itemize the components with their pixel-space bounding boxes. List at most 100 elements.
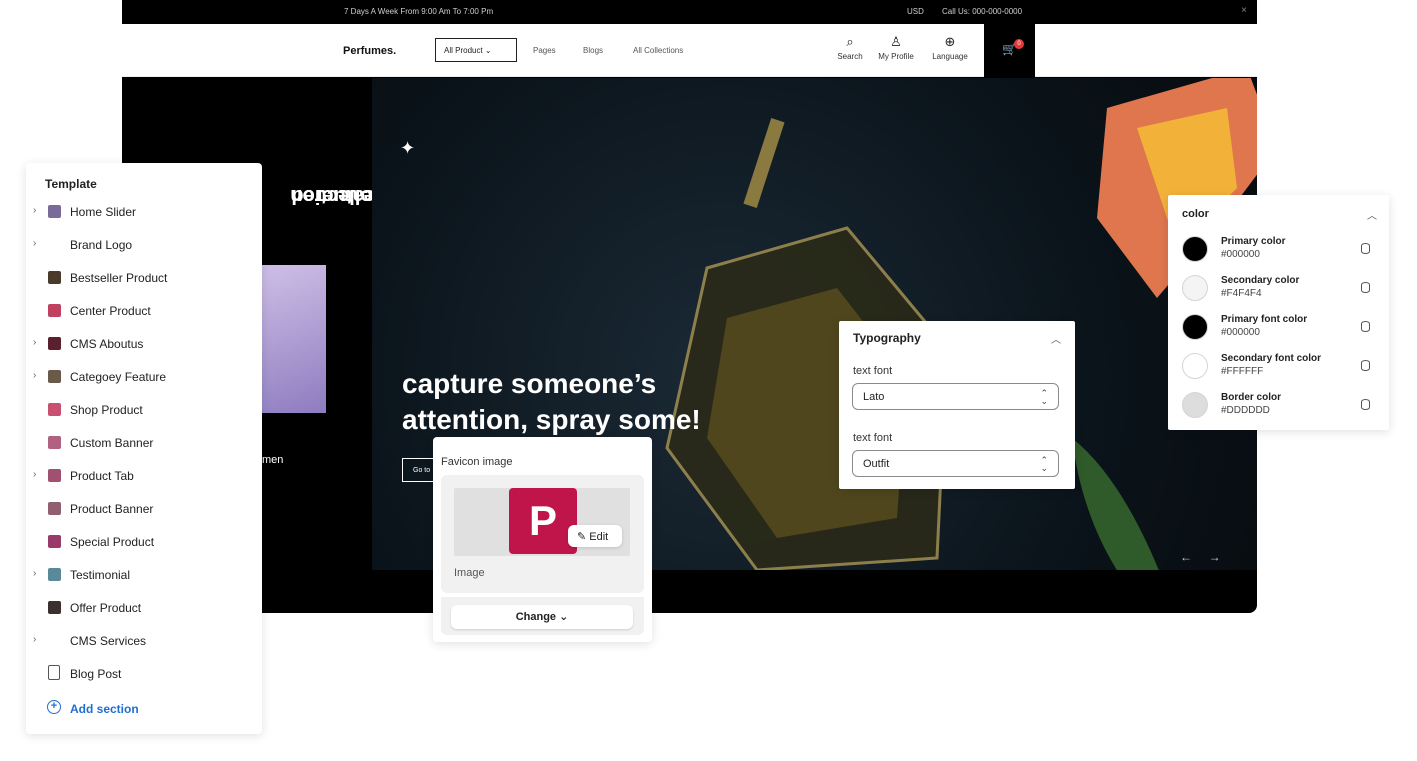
database-icon[interactable] [1361, 321, 1370, 332]
typography-title: Typography [853, 331, 921, 345]
store-preview: 7 Days A Week From 9:00 Am To 7:00 Pm US… [122, 0, 1257, 613]
perfume-box-image [262, 265, 326, 413]
database-icon[interactable] [1361, 282, 1370, 293]
database-icon[interactable] [1361, 399, 1370, 410]
color-hex: #FFFFFF [1221, 366, 1264, 377]
template-item-label: Shop Product [70, 403, 143, 417]
select-arrows-icon: ⌃ ⌄ [1040, 388, 1048, 406]
template-item[interactable]: Blog Post [26, 657, 262, 690]
template-item[interactable]: › CMS Services [26, 624, 262, 657]
color-hex: #000000 [1221, 327, 1260, 338]
next-arrow-icon[interactable]: → [1209, 550, 1221, 564]
template-item[interactable]: Center Product [26, 294, 262, 327]
color-hex: #F4F4F4 [1221, 288, 1262, 299]
template-item[interactable]: › Testimonial [26, 558, 262, 591]
font-select-2-value: Outfit [863, 458, 890, 470]
typography-panel: Typography ︿ text font Lato ⌃ ⌄ text font… [839, 321, 1075, 489]
hero-headline: capture someone’s attention, spray some! [402, 366, 701, 438]
nav-link-collections[interactable]: All Collections [633, 46, 683, 55]
section-thumbnail [48, 568, 61, 581]
chevron-right-icon[interactable]: › [33, 370, 36, 381]
color-hex: #DDDDDD [1221, 405, 1270, 416]
chevron-up-icon[interactable]: ︿ [1051, 331, 1061, 346]
template-item[interactable]: Product Banner [26, 492, 262, 525]
template-item[interactable]: › Categoey Feature [26, 360, 262, 393]
template-item[interactable]: › CMS Aboutus [26, 327, 262, 360]
template-item[interactable]: Offer Product [26, 591, 262, 624]
all-product-label: All Product [444, 46, 483, 55]
favicon-footer: Change ⌄ [441, 597, 644, 635]
section-thumbnail [48, 436, 61, 449]
database-icon[interactable] [1361, 360, 1370, 371]
color-swatch[interactable] [1182, 314, 1208, 340]
template-item-label: Home Slider [70, 205, 137, 219]
color-panel: color ︿ Primary color #000000 Secondary co… [1168, 195, 1389, 430]
chevron-right-icon[interactable]: › [33, 568, 36, 579]
color-title: color [1182, 208, 1209, 220]
color-row[interactable]: Primary font color #000000 [1168, 310, 1389, 349]
favicon-letter-logo: P [509, 488, 577, 554]
color-swatch[interactable] [1182, 236, 1208, 262]
color-row[interactable]: Secondary font color #FFFFFF [1168, 349, 1389, 388]
cart-count: 0 [1014, 39, 1024, 49]
template-item[interactable]: › Product Tab [26, 459, 262, 492]
template-item[interactable]: › Home Slider [26, 195, 262, 228]
color-name: Primary font color [1221, 314, 1308, 325]
edit-favicon-button[interactable]: ✎ Edit [568, 525, 622, 547]
color-name: Secondary font color [1221, 353, 1322, 364]
chevron-right-icon[interactable]: › [33, 238, 36, 249]
favicon-preview: P ✎ Edit [454, 488, 630, 556]
plus-circle-icon: + [47, 700, 61, 714]
select-arrows-icon: ⌃ ⌄ [1040, 455, 1048, 473]
chevron-right-icon[interactable]: › [33, 205, 36, 216]
chevron-right-icon[interactable]: › [33, 469, 36, 480]
search-label: Search [837, 52, 863, 61]
color-row[interactable]: Border color #DDDDDD [1168, 388, 1389, 427]
profile-button[interactable]: ♙ My Profile [876, 34, 916, 61]
template-item[interactable]: Special Product [26, 525, 262, 558]
template-item[interactable]: › Brand Logo [26, 228, 262, 261]
section-thumbnail [48, 403, 61, 416]
prev-arrow-icon[interactable]: ← [1180, 550, 1192, 564]
change-label: Change [515, 611, 557, 623]
currency-selector[interactable]: USD [907, 7, 924, 16]
section-thumbnail [48, 271, 61, 284]
color-swatch[interactable] [1182, 275, 1208, 301]
announcement-bar: 7 Days A Week From 9:00 Am To 7:00 Pm US… [122, 0, 1257, 24]
language-button[interactable]: ⊕ Language [930, 34, 970, 61]
template-item[interactable]: Shop Product [26, 393, 262, 426]
nav-link-blogs[interactable]: Blogs [583, 46, 603, 55]
promo-text: 7 Days A Week From 9:00 Am To 7:00 Pm [344, 7, 494, 16]
search-button[interactable]: ⌕ Search [830, 34, 870, 61]
chevron-up-icon[interactable]: ︿ [1367, 207, 1377, 222]
store-logo[interactable]: Perfumes. [343, 45, 396, 57]
nav-link-pages[interactable]: Pages [533, 46, 556, 55]
database-icon[interactable] [1361, 243, 1370, 254]
template-item[interactable]: Custom Banner [26, 426, 262, 459]
font-label-1: text font [853, 365, 893, 377]
section-thumbnail [48, 535, 61, 548]
chevron-right-icon[interactable]: › [33, 634, 36, 645]
color-swatch[interactable] [1182, 392, 1208, 418]
template-item-label: Center Product [70, 304, 151, 318]
template-item[interactable]: Bestseller Product [26, 261, 262, 294]
color-name: Secondary color [1221, 275, 1300, 286]
document-icon [48, 665, 60, 680]
color-row[interactable]: Primary color #000000 [1168, 232, 1389, 271]
image-label: Image [454, 567, 485, 579]
add-section-button[interactable]: + Add section [26, 692, 262, 725]
font-select-2[interactable]: Outfit ⌃ ⌄ [852, 450, 1059, 477]
chevron-right-icon[interactable]: › [33, 337, 36, 348]
font-select-1[interactable]: Lato ⌃ ⌄ [852, 383, 1059, 410]
color-hex: #000000 [1221, 249, 1260, 260]
font-label-2: text font [853, 432, 893, 444]
template-item-label: Custom Banner [70, 436, 154, 450]
color-row[interactable]: Secondary color #F4F4F4 [1168, 271, 1389, 310]
change-favicon-button[interactable]: Change ⌄ [451, 605, 633, 629]
all-product-menu[interactable]: All Product ⌄ [435, 38, 517, 62]
color-swatch[interactable] [1182, 353, 1208, 379]
section-thumbnail [48, 601, 61, 614]
cart-button[interactable]: 🛒 0 [984, 24, 1035, 77]
close-icon[interactable]: × [1241, 5, 1247, 16]
user-icon: ♙ [890, 34, 902, 49]
